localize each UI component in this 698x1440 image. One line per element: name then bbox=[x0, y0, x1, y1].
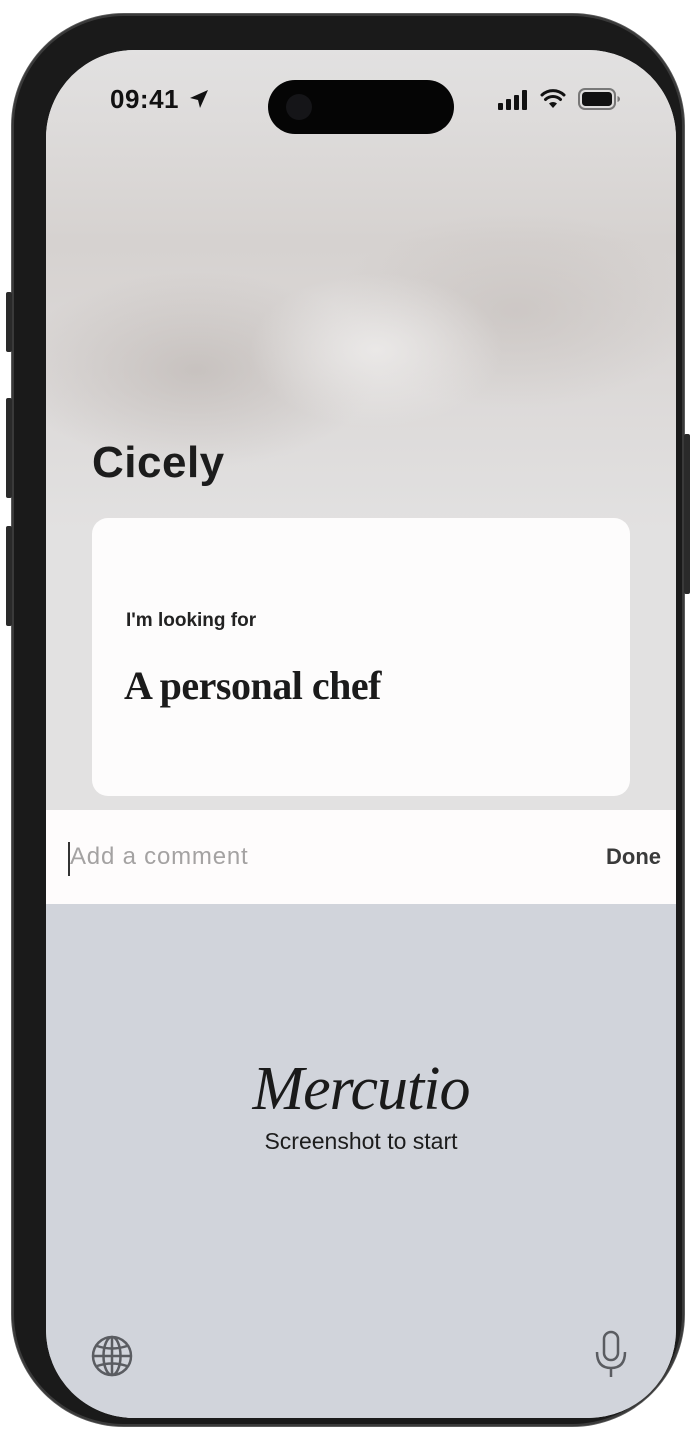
contact-name: Cicely bbox=[92, 438, 225, 487]
looking-for-card[interactable]: I'm looking for A personal chef bbox=[92, 518, 630, 796]
comment-bar: Done bbox=[46, 810, 676, 904]
power-button bbox=[684, 434, 690, 594]
comment-input[interactable] bbox=[68, 836, 530, 878]
status-time: 09:41 bbox=[110, 84, 179, 114]
done-button[interactable]: Done bbox=[606, 844, 661, 870]
wifi-icon bbox=[540, 89, 566, 108]
action-button bbox=[6, 292, 12, 352]
location-arrow-icon bbox=[190, 90, 208, 108]
dynamic-island bbox=[268, 80, 454, 134]
keyboard-subtitle: Screenshot to start bbox=[264, 1128, 458, 1154]
screen: 09:41 Cicely I'm looking for A personal … bbox=[46, 50, 676, 1418]
status-bar: 09:41 bbox=[46, 50, 676, 150]
volume-down-button bbox=[6, 526, 12, 626]
volume-up-button bbox=[6, 398, 12, 498]
text-caret bbox=[68, 842, 70, 876]
microphone-icon[interactable] bbox=[594, 1330, 628, 1380]
card-label: I'm looking for bbox=[126, 610, 257, 631]
cellular-signal-icon bbox=[498, 90, 527, 110]
globe-icon[interactable] bbox=[90, 1334, 134, 1378]
phone-frame: 09:41 Cicely I'm looking for A personal … bbox=[6, 14, 690, 1426]
keyboard-logo: Mercutio bbox=[252, 1055, 471, 1123]
battery-icon bbox=[578, 88, 620, 110]
card-value: A personal chef bbox=[124, 663, 381, 708]
camera-icon bbox=[286, 94, 312, 120]
keyboard-area: Mercutio Screenshot to start bbox=[46, 904, 676, 1418]
